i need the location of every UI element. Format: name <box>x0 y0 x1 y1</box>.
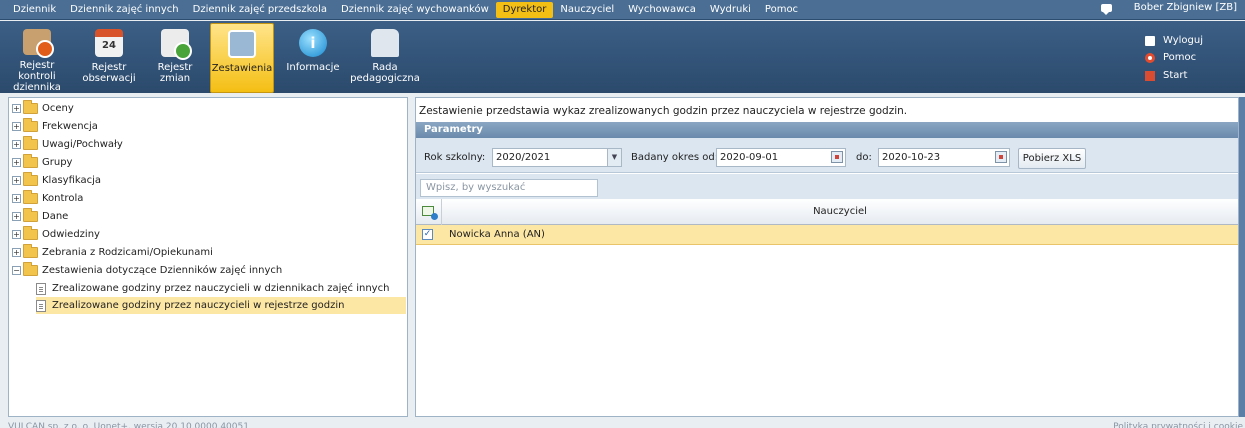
user-box: Bober Zbigniew [ZB] <box>1100 2 1237 15</box>
okres-do-label: do: <box>856 152 872 163</box>
nauczyciel-column-header[interactable]: Nauczyciel <box>442 199 1238 225</box>
wyloguj-link[interactable]: Wyloguj <box>1145 35 1203 46</box>
top-menu-bar: Dziennik Dziennik zajęć innych Dziennik … <box>0 0 1245 20</box>
chevron-down-icon[interactable]: ▼ <box>607 149 621 166</box>
calendar-picker-icon[interactable] <box>995 151 1007 163</box>
lock-icon <box>1145 35 1155 46</box>
folder-icon <box>23 208 38 222</box>
parameters-row: Rok szkolny: 2020/2021 ▼ Badany okres od… <box>416 138 1238 173</box>
tab-dziennik-zajec-innych[interactable]: Dziennik zajęć innych <box>63 2 186 18</box>
parameters-header: Parametry <box>416 122 1238 138</box>
pomoc-link[interactable]: Pomoc <box>1145 52 1196 63</box>
tab-dziennik[interactable]: Dziennik <box>6 2 63 18</box>
council-person-icon <box>371 29 399 57</box>
search-row: Wpisz, by wyszukać <box>416 174 1238 199</box>
search-input[interactable]: Wpisz, by wyszukać <box>420 179 598 197</box>
tree-node-oceny[interactable]: + Oceny <box>12 100 74 117</box>
rok-szkolny-label: Rok szkolny: <box>424 152 486 163</box>
navigation-tree: + Oceny + Frekwencja + Uwagi/Pochwały + Grup… <box>8 97 408 417</box>
tab-wychowawca[interactable]: Wychowawca <box>621 2 703 18</box>
folder-icon <box>23 226 38 240</box>
select-all-icon[interactable] <box>422 206 438 220</box>
pobierz-xls-button[interactable]: Pobierz XLS <box>1018 148 1086 169</box>
tree-node-dane[interactable]: + Dane <box>12 208 68 225</box>
okres-od-label: Badany okres od: <box>631 152 719 163</box>
folder-icon <box>23 244 38 258</box>
teacher-name: Nowicka Anna (AN) <box>449 229 545 240</box>
version-info: VULCAN sp. z o. o. Uonet+, wersja 20.10.… <box>8 422 249 428</box>
tab-pomoc[interactable]: Pomoc <box>758 2 805 18</box>
date-to-input[interactable]: 2020-10-23 <box>878 148 1010 167</box>
tree-node-frekwencja[interactable]: + Frekwencja <box>12 118 98 135</box>
tab-dziennik-zajec-wychowankow[interactable]: Dziennik zajęć wychowanków <box>334 2 496 18</box>
tab-dyrektor[interactable]: Dyrektor <box>495 2 554 18</box>
expand-icon[interactable]: + <box>12 158 21 167</box>
expand-icon[interactable]: + <box>12 122 21 131</box>
side-collapse-tab[interactable] <box>1239 97 1245 417</box>
calendar-picker-icon[interactable] <box>831 151 843 163</box>
expand-icon[interactable]: + <box>12 176 21 185</box>
expand-icon[interactable]: + <box>12 230 21 239</box>
tree-leaf-zajecia-inne[interactable]: Zrealizowane godziny przez nauczycieli w… <box>36 280 389 297</box>
report-description: Zestawienie przedstawia wykaz zrealizowa… <box>419 105 908 117</box>
rok-szkolny-select[interactable]: 2020/2021 ▼ <box>492 148 622 167</box>
rejestr-obserwacji-button[interactable]: 24 Rejestr obserwacji <box>82 23 136 93</box>
expand-icon[interactable]: + <box>12 248 21 257</box>
folder-icon <box>23 100 38 114</box>
row-checkbox[interactable]: ✓ <box>422 229 433 240</box>
date-from-input[interactable]: 2020-09-01 <box>716 148 846 167</box>
changes-icon <box>161 29 192 60</box>
folder-icon <box>23 172 38 186</box>
rejestr-kontroli-button[interactable]: Rejestr kontroli dziennika <box>0 23 74 93</box>
expand-icon[interactable]: + <box>12 212 21 221</box>
grid-header: Nauczyciel <box>416 199 1238 225</box>
folder-icon <box>23 154 38 168</box>
rada-pedagogiczna-button[interactable]: Rada pedagogiczna <box>350 23 420 93</box>
calendar-icon: 24 <box>95 29 123 57</box>
info-icon: i <box>299 29 327 57</box>
expand-icon[interactable]: + <box>12 140 21 149</box>
ribbon-toolbar: Rejestr kontroli dziennika 24 Rejestr ob… <box>0 21 1245 93</box>
tree-leaf-rejestr-godzin[interactable]: Zrealizowane godziny przez nauczycieli w… <box>36 297 406 314</box>
user-name: Bober Zbigniew [ZB] <box>1133 2 1237 13</box>
tree-node-klasyfikacja[interactable]: + Klasyfikacja <box>12 172 101 189</box>
folder-icon <box>23 136 38 150</box>
tree-node-kontrola[interactable]: + Kontrola <box>12 190 83 207</box>
folder-icon <box>23 118 38 132</box>
tree-node-odwiedziny[interactable]: + Odwiedziny <box>12 226 100 243</box>
folder-icon <box>23 190 38 204</box>
tree-node-grupy[interactable]: + Grupy <box>12 154 72 171</box>
messages-icon[interactable] <box>1100 3 1112 15</box>
rejestr-zmian-button[interactable]: Rejestr zmian <box>148 23 202 93</box>
table-row[interactable]: ✓ Nowicka Anna (AN) <box>416 225 1238 245</box>
home-icon <box>1145 70 1155 81</box>
report-person-icon <box>228 30 256 58</box>
lifebuoy-icon <box>1145 52 1155 63</box>
tab-wydruki[interactable]: Wydruki <box>703 2 758 18</box>
start-link[interactable]: Start <box>1145 70 1187 81</box>
expand-icon[interactable]: + <box>12 194 21 203</box>
collapse-icon[interactable]: − <box>12 266 21 275</box>
register-check-icon <box>23 29 54 58</box>
select-all-cell[interactable] <box>416 199 442 225</box>
tree-node-uwagi[interactable]: + Uwagi/Pochwały <box>12 136 123 153</box>
document-icon <box>36 282 46 295</box>
tree-node-zebrania[interactable]: + Zebrania z Rodzicami/Opiekunami <box>12 244 213 261</box>
tree-node-zestawienia[interactable]: − Zestawienia dotyczące Dzienników zajęć … <box>12 262 282 279</box>
footer: VULCAN sp. z o. o. Uonet+, wersja 20.10.… <box>0 418 1245 428</box>
report-panel: Zestawienie przedstawia wykaz zrealizowa… <box>415 97 1239 417</box>
tab-nauczyciel[interactable]: Nauczyciel <box>553 2 621 18</box>
privacy-link[interactable]: Polityka prywatności i cookie <box>1113 418 1243 428</box>
document-icon <box>36 299 46 312</box>
open-folder-icon <box>23 262 38 276</box>
expand-icon[interactable]: + <box>12 104 21 113</box>
tab-dziennik-zajec-przedszkola[interactable]: Dziennik zajęć przedszkola <box>186 2 334 18</box>
zestawienia-button[interactable]: Zestawienia <box>210 23 274 93</box>
informacje-button[interactable]: i Informacje <box>282 23 344 93</box>
